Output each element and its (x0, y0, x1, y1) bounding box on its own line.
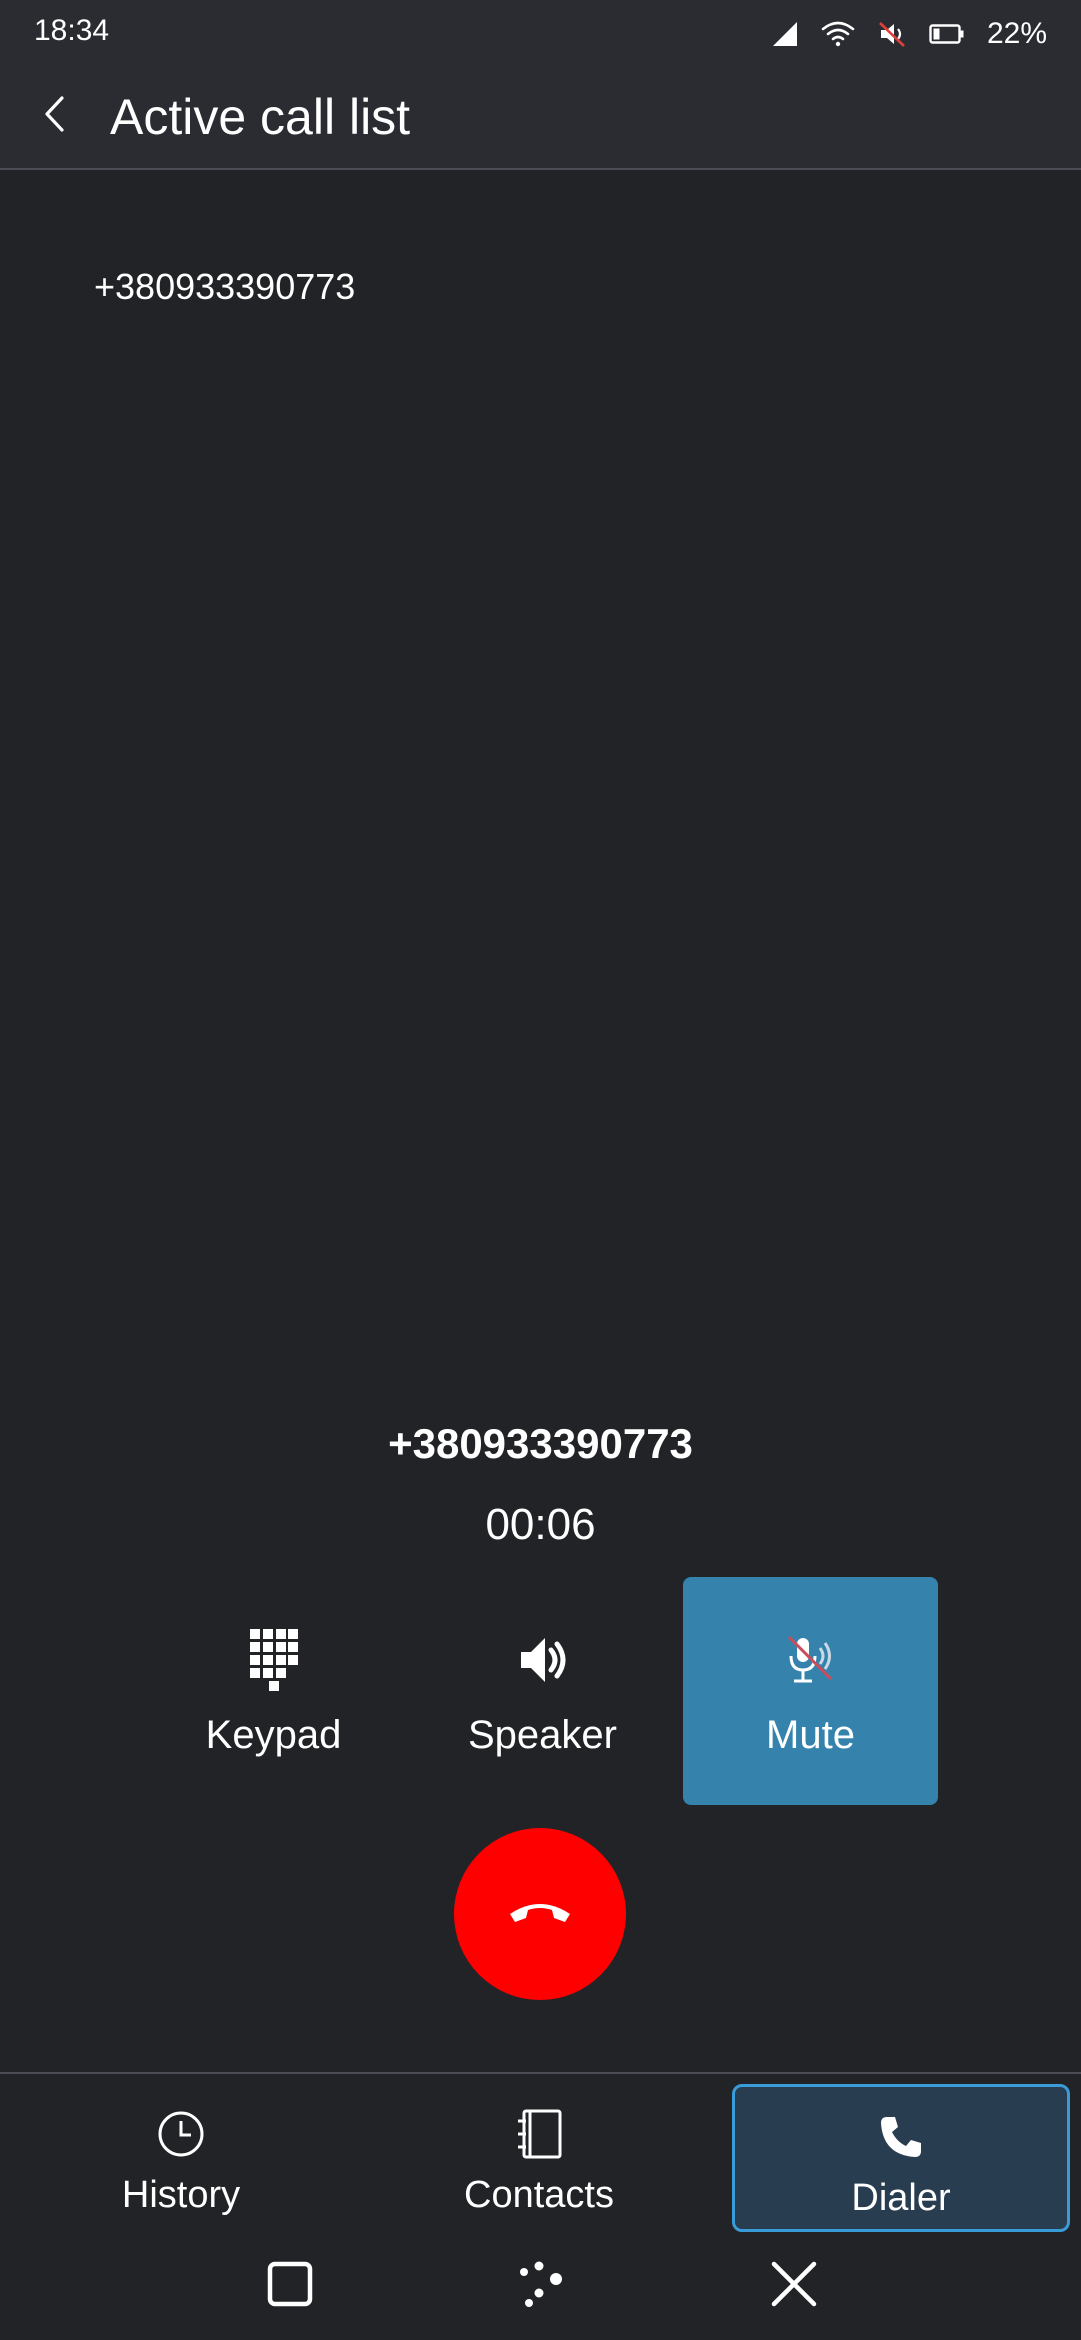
nav-item-contacts[interactable]: Contacts (370, 2084, 708, 2232)
hang-up-icon (507, 1898, 573, 1931)
page-title: Active call list (110, 89, 411, 145)
home-button[interactable] (506, 2256, 576, 2316)
keypad-button[interactable]: Keypad (146, 1577, 401, 1805)
caller-number: +380933390773 (388, 1420, 693, 1467)
bottom-nav: History Contacts Dialer (0, 2072, 1081, 2234)
end-call-button[interactable] (454, 1828, 626, 2000)
status-time: 18:34 (34, 14, 110, 47)
mute-button[interactable]: Mute (683, 1577, 938, 1805)
system-nav-bar (0, 2234, 1081, 2340)
speaker-button[interactable]: Speaker (415, 1577, 670, 1805)
close-icon (770, 2260, 818, 2313)
wifi-icon (821, 20, 855, 48)
keypad-label: Keypad (205, 1713, 342, 1757)
call-screen: 18:34 22% Active call list +380933390773… (0, 0, 1081, 2340)
back-button[interactable] (30, 86, 80, 146)
status-icons: 22% (771, 14, 1047, 54)
speaker-icon (517, 1627, 569, 1693)
nav-contacts-label: Contacts (464, 2174, 614, 2216)
muted-volume-icon (877, 19, 907, 49)
muted-microphone-icon (786, 1627, 836, 1693)
recents-button[interactable] (255, 2256, 325, 2316)
nav-dialer-label: Dialer (851, 2177, 951, 2219)
clock-icon (157, 2104, 205, 2164)
call-timer: 00:06 (485, 1500, 596, 1549)
address-book-icon (516, 2104, 562, 2164)
keypad-icon (249, 1627, 298, 1693)
signal-icon (771, 20, 799, 48)
square-icon (267, 2261, 313, 2312)
nav-item-history[interactable]: History (12, 2084, 350, 2232)
status-bar: 18:34 22% (0, 0, 1081, 64)
mute-label: Mute (766, 1713, 855, 1757)
battery-icon (929, 23, 965, 45)
nav-item-dialer[interactable]: Dialer (732, 2084, 1070, 2232)
back-arrow-icon (42, 94, 68, 139)
call-list-item[interactable]: +380933390773 (94, 266, 355, 308)
home-dots-icon (516, 2259, 566, 2314)
system-back-button[interactable] (759, 2256, 829, 2316)
speaker-label: Speaker (468, 1713, 617, 1757)
phone-icon (877, 2107, 925, 2167)
nav-history-label: History (121, 2174, 241, 2216)
battery-percent: 22% (986, 17, 1047, 50)
app-bar: Active call list (0, 64, 1081, 170)
